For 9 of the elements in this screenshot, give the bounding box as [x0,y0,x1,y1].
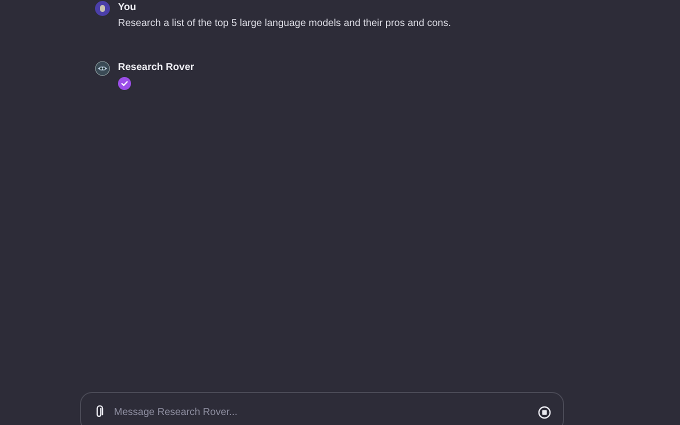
message-field[interactable]: Message Research Rover... [114,404,529,420]
user-avatar [95,1,110,16]
sender-name: You [118,1,138,15]
bot-avatar [95,61,110,76]
message-input[interactable]: Message Research Rover... [80,392,564,425]
message-text: Research a list of the top 5 large language models and their pros and cons. [118,17,451,31]
check-badge-icon [118,77,131,90]
sender-name: Research Rover [118,61,194,75]
stop-icon[interactable] [538,406,551,418]
